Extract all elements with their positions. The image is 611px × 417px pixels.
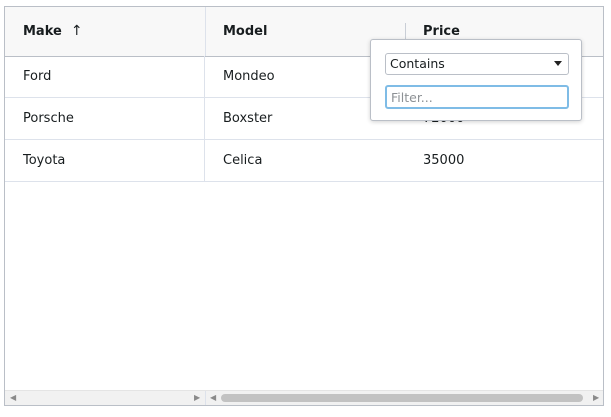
arrow-up-icon: ↑	[70, 23, 83, 39]
filter-operator-select[interactable]: Contains	[385, 53, 569, 75]
column-header-label: Model	[223, 24, 268, 39]
caret-down-icon	[554, 61, 562, 66]
scrollbar-divider	[205, 391, 206, 405]
filter-operator-value: Contains	[390, 56, 445, 71]
cell-model[interactable]: Celica	[205, 140, 405, 181]
filter-input[interactable]	[385, 85, 569, 109]
chevron-right-icon[interactable]: ▶	[593, 391, 599, 405]
chevron-right-icon[interactable]: ▶	[194, 391, 200, 405]
table-row[interactable]: Toyota Celica 35000	[5, 140, 603, 182]
scrollbar-thumb[interactable]	[221, 394, 583, 402]
column-header-label: Price	[423, 24, 460, 39]
chevron-left-icon[interactable]: ◀	[10, 391, 16, 405]
column-header-make[interactable]: Make ↑	[5, 7, 205, 56]
cell-make[interactable]: Toyota	[5, 140, 205, 181]
horizontal-scrollbar[interactable]: ◀ ▶ ◀ ▶	[5, 390, 603, 405]
cell-make[interactable]: Ford	[5, 56, 205, 97]
cell-make[interactable]: Porsche	[5, 98, 205, 139]
column-header-label: Make	[23, 24, 62, 39]
chevron-left-icon[interactable]: ◀	[210, 391, 216, 405]
column-filter-popup: Contains	[370, 39, 582, 121]
cell-price[interactable]: 35000	[405, 140, 603, 181]
